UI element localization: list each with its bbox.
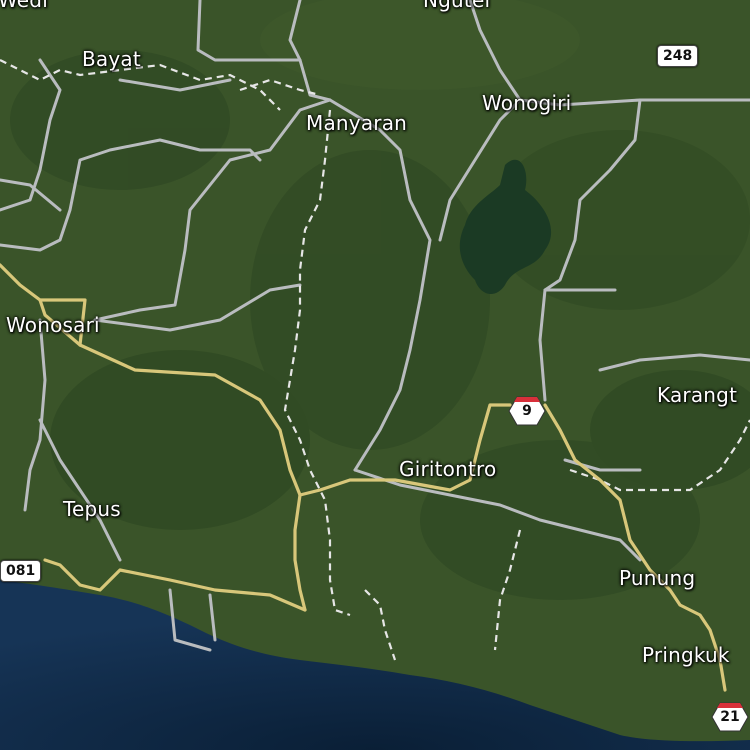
place-label-wonogiri[interactable]: Wonogiri bbox=[482, 91, 571, 115]
route-shield-248[interactable]: 248 bbox=[657, 45, 699, 67]
map-view[interactable]: Wedi Ngutel Bayat Manyaran Wonogiri Wono… bbox=[0, 0, 750, 750]
place-label-giritontro[interactable]: Giritontro bbox=[399, 457, 496, 481]
route-shield-21[interactable]: 21 bbox=[711, 702, 749, 732]
place-label-pringkuk[interactable]: Pringkuk bbox=[642, 643, 730, 667]
route-shield-081[interactable]: 081 bbox=[0, 560, 42, 582]
place-label-wonosari[interactable]: Wonosari bbox=[6, 313, 100, 337]
route-shield-9-label: 9 bbox=[522, 403, 532, 419]
place-label-punung[interactable]: Punung bbox=[619, 566, 695, 590]
route-shield-21-label: 21 bbox=[720, 709, 740, 725]
place-label-wedi[interactable]: Wedi bbox=[0, 0, 48, 12]
place-label-bayat[interactable]: Bayat bbox=[82, 47, 141, 71]
place-label-manyaran[interactable]: Manyaran bbox=[306, 111, 407, 135]
place-label-tepus[interactable]: Tepus bbox=[63, 497, 121, 521]
place-label-ngutel[interactable]: Ngutel bbox=[423, 0, 490, 12]
route-shield-9[interactable]: 9 bbox=[508, 396, 546, 426]
place-label-karangt[interactable]: Karangt bbox=[657, 383, 737, 407]
